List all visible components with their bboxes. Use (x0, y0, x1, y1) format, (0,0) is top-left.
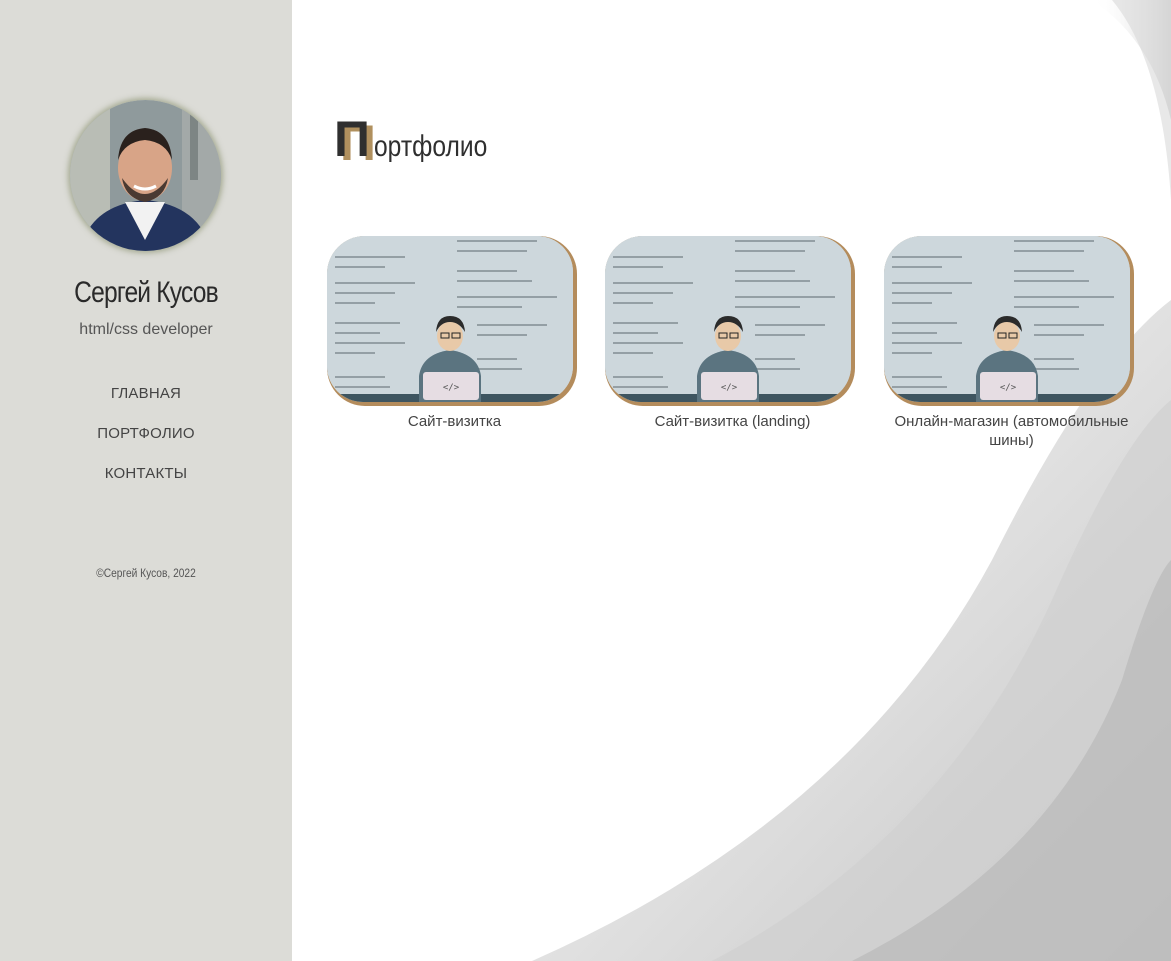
profile-role: html/css developer (79, 321, 213, 338)
code-icon: </> (1000, 383, 1017, 393)
main-nav: ГЛАВНАЯ ПОРТФОЛИО КОНТАКТЫ (0, 383, 292, 503)
portfolio-card[interactable]: </> Сайт-визитка (landing) (605, 236, 860, 431)
portfolio-card[interactable]: </> Сайт-визитка (327, 236, 582, 431)
portfolio-thumbnail[interactable]: </> (884, 236, 1134, 406)
portfolio-thumbnail[interactable]: </> (605, 236, 855, 406)
thumbnail-image: </> (327, 236, 573, 402)
code-icon: </> (721, 383, 738, 393)
nav-item-contacts[interactable]: КОНТАКТЫ (0, 463, 292, 503)
nav-item-portfolio[interactable]: ПОРТФОЛИО (0, 423, 292, 463)
nav-item-home[interactable]: ГЛАВНАЯ (0, 383, 292, 423)
thumbnail-image: </> (605, 236, 851, 402)
copyright: ©Сергей Кусов, 2022 (96, 566, 196, 580)
thumbnail-image: </> (884, 236, 1130, 402)
avatar (70, 100, 221, 251)
title-text: ортфолио (374, 130, 488, 163)
portfolio-card[interactable]: </> Онлайн-магазин (автомобильные шины) (884, 236, 1139, 450)
profile-name: Сергей Кусов (74, 276, 218, 309)
sidebar: Сергей Кусов html/css developer ГЛАВНАЯ … (0, 0, 292, 961)
portfolio-thumbnail[interactable]: </> (327, 236, 577, 406)
portfolio-caption[interactable]: Сайт-визитка (327, 412, 582, 431)
portfolio-caption[interactable]: Сайт-визитка (landing) (605, 412, 860, 431)
title-initial: П (334, 111, 370, 167)
main-content: П П ортфолио </> Сайт-визитка </> Сайт-в… (292, 0, 1171, 961)
code-icon: </> (443, 383, 460, 393)
portfolio-caption[interactable]: Онлайн-магазин (автомобильные шины) (884, 412, 1139, 450)
